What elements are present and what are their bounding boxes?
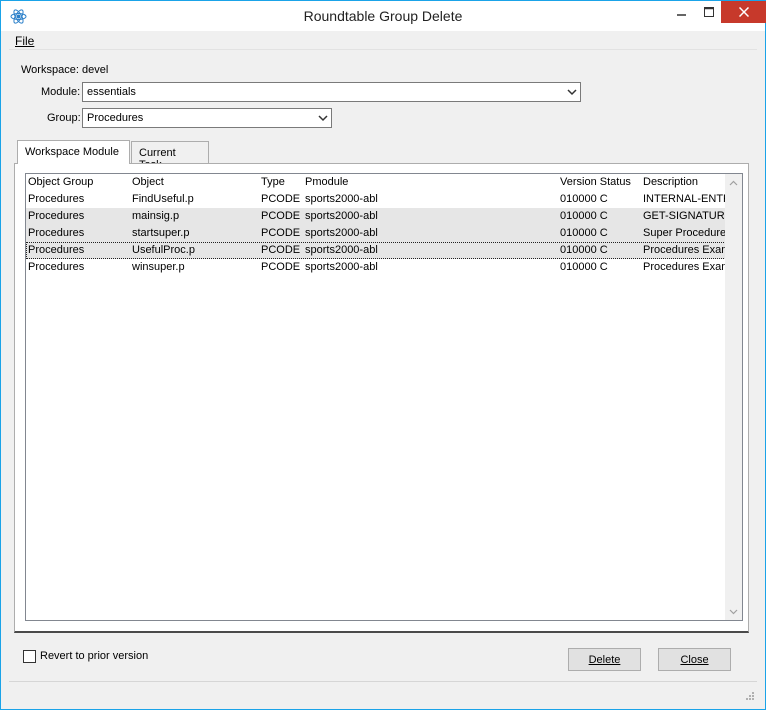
cell-pmodule: sports2000-abl xyxy=(305,244,378,256)
object-grid[interactable]: Object Group Object Type Pmodule Version… xyxy=(25,173,743,621)
column-header[interactable]: Description xyxy=(643,176,727,188)
scroll-up-button[interactable] xyxy=(725,174,742,191)
cell-type: PCODE xyxy=(261,210,301,222)
cell-description: Procedures Exam xyxy=(643,244,727,256)
menu-bar: File xyxy=(9,31,757,50)
cell-pmodule: sports2000-abl xyxy=(305,210,378,222)
grid-header: Object Group Object Type Pmodule Version… xyxy=(26,174,726,191)
cell-description: Super Procedure xyxy=(643,227,727,239)
tab-panel: Object Group Object Type Pmodule Version… xyxy=(14,163,749,633)
maximize-icon xyxy=(704,7,714,17)
group-select[interactable]: Procedures xyxy=(82,108,332,128)
revert-checkbox[interactable] xyxy=(23,650,36,663)
scroll-down-button[interactable] xyxy=(725,603,742,620)
table-row[interactable]: Procedures FindUseful.p PCODE sports2000… xyxy=(26,191,727,208)
cell-version-status: 010000 C xyxy=(560,227,608,239)
cell-object: FindUseful.p xyxy=(132,193,194,205)
cell-pmodule: sports2000-abl xyxy=(305,227,378,239)
cell-description: GET-SIGNATURI xyxy=(643,210,727,222)
cell-object: winsuper.p xyxy=(132,261,185,273)
module-select-value: essentials xyxy=(87,86,136,98)
title-bar: Roundtable Group Delete xyxy=(1,1,766,31)
close-button[interactable]: Close xyxy=(658,648,731,671)
cell-description: Procedures Exam xyxy=(643,261,727,273)
chevron-down-icon xyxy=(318,115,328,122)
cell-type: PCODE xyxy=(261,193,301,205)
maximize-button[interactable] xyxy=(695,1,723,23)
table-row[interactable]: Procedures winsuper.p PCODE sports2000-a… xyxy=(26,259,727,276)
cell-object: mainsig.p xyxy=(132,210,180,222)
window-title: Roundtable Group Delete xyxy=(303,8,463,24)
column-header[interactable]: Type xyxy=(261,176,303,188)
cell-pmodule: sports2000-abl xyxy=(305,193,378,205)
vertical-scrollbar[interactable] xyxy=(725,174,742,620)
minimize-button[interactable] xyxy=(668,1,696,23)
module-select[interactable]: essentials xyxy=(82,82,581,102)
cell-object-group: Procedures xyxy=(28,193,85,205)
cell-object-group: Procedures xyxy=(28,261,85,273)
cell-object-group: Procedures xyxy=(28,227,85,239)
delete-button[interactable]: Delete xyxy=(568,648,641,671)
chevron-up-icon xyxy=(729,180,738,185)
chevron-down-icon xyxy=(567,89,577,96)
group-label: Group: xyxy=(47,112,81,124)
app-window: Roundtable Group Delete File Workspace: … xyxy=(0,0,766,710)
revert-checkbox-label: Revert to prior version xyxy=(40,650,149,662)
cell-pmodule: sports2000-abl xyxy=(305,261,378,273)
module-label: Module: xyxy=(41,86,81,98)
workspace-label: Workspace: xyxy=(21,64,79,76)
table-row[interactable]: Procedures startsuper.p PCODE sports2000… xyxy=(26,225,726,242)
resize-grip-icon[interactable] xyxy=(745,691,755,701)
delete-button-label: Delete xyxy=(588,653,621,666)
cell-object-group: Procedures xyxy=(28,244,85,256)
column-header[interactable]: Object xyxy=(132,176,258,188)
column-header[interactable]: Pmodule xyxy=(305,176,557,188)
chevron-down-icon xyxy=(729,609,738,614)
close-button-label: Close xyxy=(680,653,709,666)
minimize-icon xyxy=(677,14,686,16)
column-header[interactable]: Object Group xyxy=(28,176,130,188)
workspace-value: devel xyxy=(82,64,109,76)
tab-current-task[interactable]: Current Task xyxy=(131,141,209,171)
menu-file-label: File xyxy=(15,34,35,48)
status-bar xyxy=(9,681,757,703)
menu-file[interactable]: File xyxy=(15,34,34,48)
table-row[interactable]: Procedures mainsig.p PCODE sports2000-ab… xyxy=(26,208,727,225)
close-window-button[interactable] xyxy=(721,1,766,23)
tab-workspace-module[interactable]: Workspace Module xyxy=(17,140,130,164)
cell-object: startsuper.p xyxy=(132,227,190,239)
column-header[interactable]: Version Status xyxy=(560,176,641,188)
cell-version-status: 010000 C xyxy=(560,210,608,222)
close-icon xyxy=(738,7,749,17)
cell-version-status: 010000 C xyxy=(560,244,608,256)
cell-type: PCODE xyxy=(261,244,301,256)
cell-object-group: Procedures xyxy=(28,210,85,222)
cell-version-status: 010000 C xyxy=(560,193,608,205)
group-select-value: Procedures xyxy=(87,112,144,124)
cell-type: PCODE xyxy=(261,227,301,239)
cell-version-status: 010000 C xyxy=(560,261,608,273)
cell-object: UsefulProc.p xyxy=(132,244,195,256)
table-row[interactable]: Procedures UsefulProc.p PCODE sports2000… xyxy=(26,242,727,259)
tab-strip: Workspace Module Current Task xyxy=(17,140,217,171)
cell-type: PCODE xyxy=(261,261,301,273)
cell-description: INTERNAL-ENTR xyxy=(643,193,727,205)
